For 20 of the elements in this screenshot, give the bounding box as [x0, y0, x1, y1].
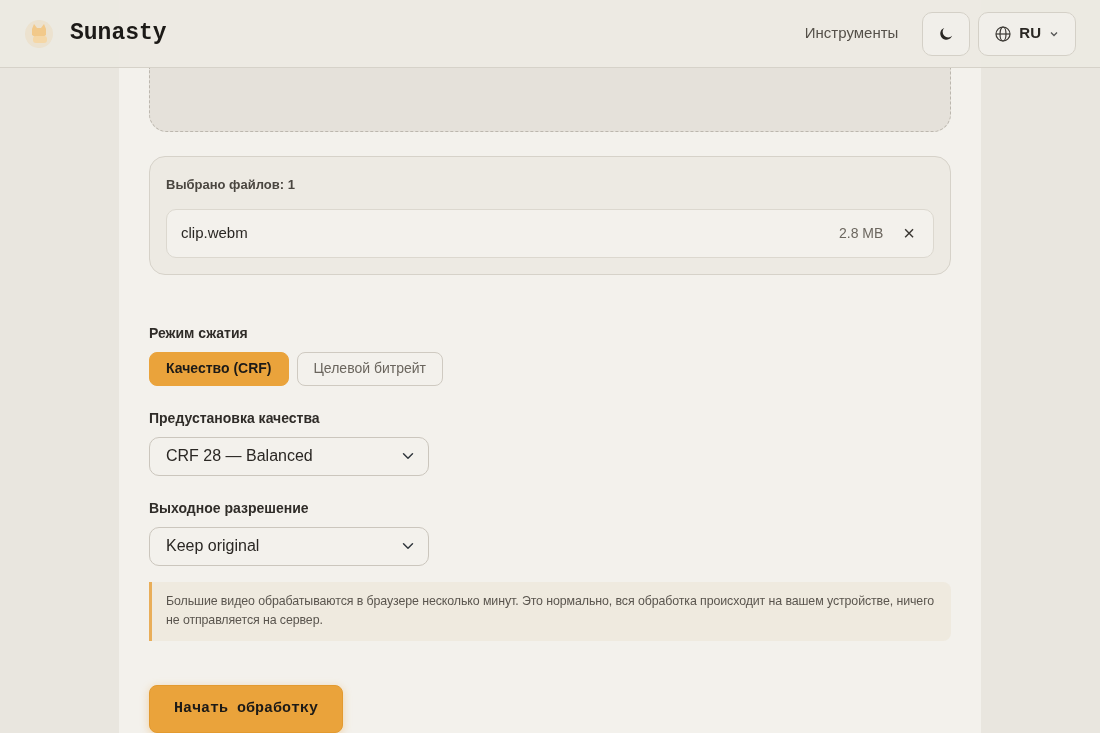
theme-toggle-button[interactable] — [922, 11, 971, 56]
resolution-select[interactable]: Keep original — [149, 526, 429, 566]
language-button[interactable]: RU — [978, 11, 1076, 56]
file-size: 2.8 MB — [838, 223, 884, 243]
preset-select[interactable]: CRF 28 — Balanced — [149, 436, 429, 476]
globe-icon — [995, 25, 1012, 42]
info-notice: Большие видео обрабатываются в браузере несколько минут. Это нормально, вся обработка происходит на вашем устройстве, ничего не отправляется на сервер. — [149, 581, 951, 642]
remove-file-button[interactable]: × — [899, 223, 919, 243]
field-label: Режим сжатия — [149, 323, 249, 343]
field-label: Выходное разрешение — [149, 498, 310, 518]
cat-logo-icon — [24, 18, 54, 49]
start-button[interactable]: Начать обработку — [149, 685, 344, 733]
field-label: Предустановка качества — [149, 408, 321, 428]
file-name: clip.webm — [181, 222, 249, 243]
mode-toggle-button[interactable]: Качество (CRF) — [149, 351, 289, 386]
tools-link[interactable]: Инструменты — [804, 22, 899, 45]
files-count: Выбрано файлов: 1 — [166, 176, 296, 194]
mode-toggle-button[interactable]: Целевой битрейт — [296, 351, 443, 386]
brand-name: Sunasty — [70, 19, 167, 49]
moon-icon — [939, 27, 954, 42]
